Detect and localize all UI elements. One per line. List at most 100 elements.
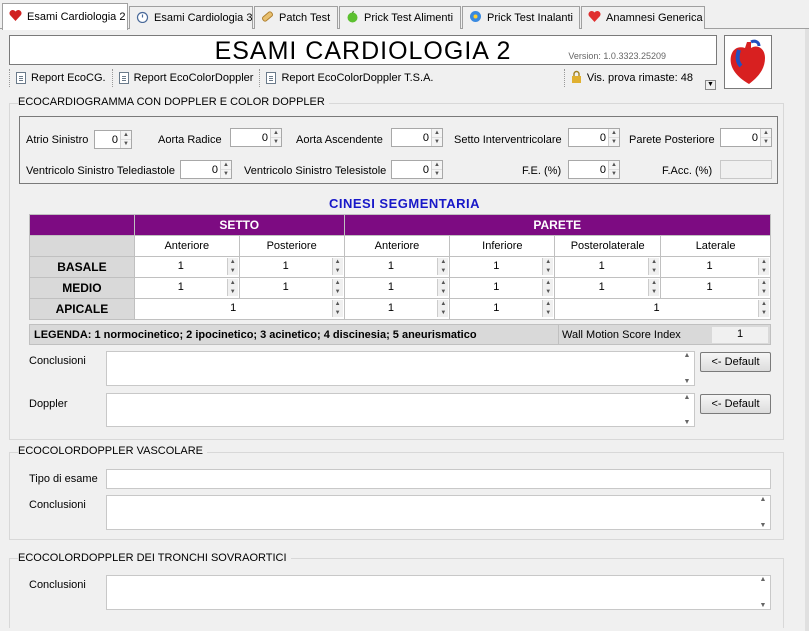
scrollbar[interactable]: ▲ ▼ <box>680 352 694 385</box>
row-header: APICALE <box>29 298 135 320</box>
col-header: Posteriore <box>238 235 345 257</box>
atrio-sinistro-input[interactable]: 0 ▲ ▼ <box>94 130 132 149</box>
score-stepper[interactable]: 1 ▲ ▼ <box>449 256 556 278</box>
score-stepper[interactable]: 1 ▲ ▼ <box>449 298 556 320</box>
aorta-ascendente-input[interactable]: 0 ▲ ▼ <box>391 128 443 147</box>
trial-status: Vis. prova rimaste: 48 <box>563 69 699 87</box>
ecocardiogramma-title: ECOCARDIOGRAMMA CON DOPPLER E COLOR DOPP… <box>18 96 329 108</box>
legend-text: LEGENDA: 1 normocinetico; 2 ipocinetico;… <box>34 329 477 341</box>
ventricolo-telesistole-label: Ventricolo Sinistro Telesistole <box>244 165 387 177</box>
col-header: Laterale <box>660 235 771 257</box>
report-ecocg-button[interactable]: Report EcoCG. <box>9 69 112 87</box>
flower-icon <box>469 10 482 26</box>
aorta-radice-input[interactable]: 0 ▲ ▼ <box>230 128 282 147</box>
heart-icon <box>9 9 22 25</box>
score-stepper[interactable]: 1 ▲ ▼ <box>449 277 556 299</box>
score-stepper[interactable]: 1 ▲ ▼ <box>554 277 662 299</box>
tab-patch-test[interactable]: Patch Test <box>254 6 338 29</box>
aorta-ascendente-label: Aorta Ascendente <box>296 134 383 146</box>
score-stepper[interactable]: 1 ▲ ▼ <box>343 256 451 278</box>
table-row-apicale: APICALE 1 ▲ ▼ 1 ▲ ▼ 1 ▲ ▼ 1 ▲ ▼ <box>29 298 771 320</box>
col-header: Anteriore <box>133 235 240 257</box>
stopwatch-icon <box>136 10 149 26</box>
score-stepper[interactable]: 1 ▲ ▼ <box>343 277 451 299</box>
tab-bar: Esami Cardiologia 2 Esami Cardiologia 3 … <box>0 0 809 30</box>
cinesi-table: SETTO PARETE Anteriore Posteriore Anteri… <box>29 214 772 320</box>
fe-input[interactable]: 0 ▲ ▼ <box>568 160 620 179</box>
score-stepper[interactable]: 1 ▲ ▼ <box>133 277 240 299</box>
title-box: ESAMI CARDIOLOGIA 2 Version: 1.0.3323.25… <box>9 35 717 65</box>
cinesi-title: CINESI SEGMENTARIA <box>328 196 481 211</box>
scrollbar[interactable]: ▲ ▼ <box>680 394 694 426</box>
ventricolo-telesistole-input[interactable]: 0 ▲ ▼ <box>391 160 443 179</box>
doppler-default-button[interactable]: <- Default <box>700 394 771 414</box>
score-stepper[interactable]: 1 ▲ ▼ <box>660 256 771 278</box>
table-row-medio: MEDIO 1 ▲ ▼ 1 ▲ ▼ 1 ▲ ▼ 1 ▲ ▼ 1 ▲ ▼ 1 ▲ ▼ <box>29 277 771 299</box>
tab-prick-test-alimenti[interactable]: Prick Test Alimenti <box>339 6 461 29</box>
tipo-esame-label: Tipo di esame <box>29 473 98 485</box>
patch-icon <box>261 10 274 26</box>
wms-label: Wall Motion Score Index <box>562 329 681 341</box>
col-header: Inferiore <box>449 235 556 257</box>
wms-value: 1 <box>712 327 768 343</box>
facc-field <box>720 160 772 179</box>
tab-esami-cardiologia-2[interactable]: Esami Cardiologia 2 <box>2 3 128 30</box>
vascolare-title: ECOCOLORDOPPLER VASCOLARE <box>18 445 208 457</box>
report-toolbar: Report EcoCG. Report EcoColorDoppler Rep… <box>9 67 717 89</box>
heart-logo-icon <box>724 35 772 89</box>
scrollbar[interactable]: ▲ ▼ <box>756 576 770 609</box>
tsa-conclusioni-label: Conclusioni <box>29 579 86 591</box>
version-label: Version: 1.0.3323.25209 <box>568 51 666 61</box>
document-icon <box>118 72 129 84</box>
setto-header: SETTO <box>133 214 345 236</box>
score-stepper[interactable]: 1 ▲ ▼ <box>238 256 345 278</box>
tsa-title: ECOCOLORDOPPLER DEI TRONCHI SOVRAORTICI <box>18 552 291 564</box>
score-stepper[interactable]: 1 ▲ ▼ <box>238 277 345 299</box>
table-row-basale: BASALE 1 ▲ ▼ 1 ▲ ▼ 1 ▲ ▼ 1 ▲ ▼ 1 ▲ ▼ 1 ▲ ▼ <box>29 256 771 278</box>
tab-prick-test-inalanti[interactable]: Prick Test Inalanti <box>462 6 580 29</box>
ventricolo-telediastole-label: Ventricolo Sinistro Telediastole <box>26 165 175 177</box>
score-stepper[interactable]: 1 ▲ ▼ <box>133 256 240 278</box>
report-ecocolordoppler-button[interactable]: Report EcoColorDoppler <box>111 69 260 87</box>
document-icon <box>266 72 277 84</box>
score-stepper[interactable]: 1 ▲ ▼ <box>554 256 662 278</box>
score-stepper[interactable]: 1 ▲ ▼ <box>343 298 451 320</box>
score-stepper[interactable]: 1 ▲ ▼ <box>133 298 345 320</box>
doppler-textarea[interactable]: ▲ ▼ <box>106 393 695 427</box>
row-header: BASALE <box>29 256 135 278</box>
setto-interventricolare-input[interactable]: 0 ▲ ▼ <box>568 128 620 147</box>
parete-posteriore-label: Parete Posteriore <box>629 134 715 146</box>
atrio-sinistro-label: Atrio Sinistro <box>26 134 89 146</box>
corner-sub-header <box>29 235 135 257</box>
score-stepper[interactable]: 1 ▲ ▼ <box>660 277 771 299</box>
heart-icon <box>588 10 601 26</box>
tipo-esame-input[interactable] <box>106 469 771 489</box>
scrollbar[interactable]: ▲ ▼ <box>756 496 770 529</box>
score-stepper[interactable]: 1 ▲ ▼ <box>554 298 771 320</box>
lock-icon <box>571 70 582 86</box>
document-icon <box>16 72 26 84</box>
ventricolo-telediastole-input[interactable]: 0 ▲ ▼ <box>180 160 232 179</box>
parete-posteriore-input[interactable]: 0 ▲ ▼ <box>720 128 772 147</box>
corner-header <box>29 214 135 236</box>
legend-bar: LEGENDA: 1 normocinetico; 2 ipocinetico;… <box>29 324 771 345</box>
conclusioni-textarea[interactable]: ▲ ▼ <box>106 351 695 386</box>
vasc-conclusioni-label: Conclusioni <box>29 499 86 511</box>
apple-icon <box>346 10 359 26</box>
doppler-label: Doppler <box>29 398 68 410</box>
col-header: Anteriore <box>343 235 451 257</box>
report-ecocolordoppler-tsa-button[interactable]: Report EcoColorDoppler T.S.A. <box>259 69 439 87</box>
tab-anamnesi-generica[interactable]: Anamnesi Generica <box>581 6 705 29</box>
tab-esami-cardiologia-3[interactable]: Esami Cardiologia 3 <box>129 6 253 29</box>
aorta-radice-label: Aorta Radice <box>158 134 222 146</box>
toolbar-overflow-button[interactable]: ▼ <box>705 80 716 90</box>
window-edge <box>805 29 809 631</box>
conclusioni-default-button[interactable]: <- Default <box>700 352 771 372</box>
fe-label: F.E. (%) <box>522 165 562 177</box>
col-header: Posterolaterale <box>554 235 662 257</box>
parete-header: PARETE <box>343 214 772 236</box>
setto-interventricolare-label: Setto Interventricolare <box>454 134 562 146</box>
vasc-conclusioni-textarea[interactable]: ▲ ▼ <box>106 495 771 530</box>
row-header: MEDIO <box>29 277 135 299</box>
tsa-conclusioni-textarea[interactable]: ▲ ▼ <box>106 575 771 610</box>
